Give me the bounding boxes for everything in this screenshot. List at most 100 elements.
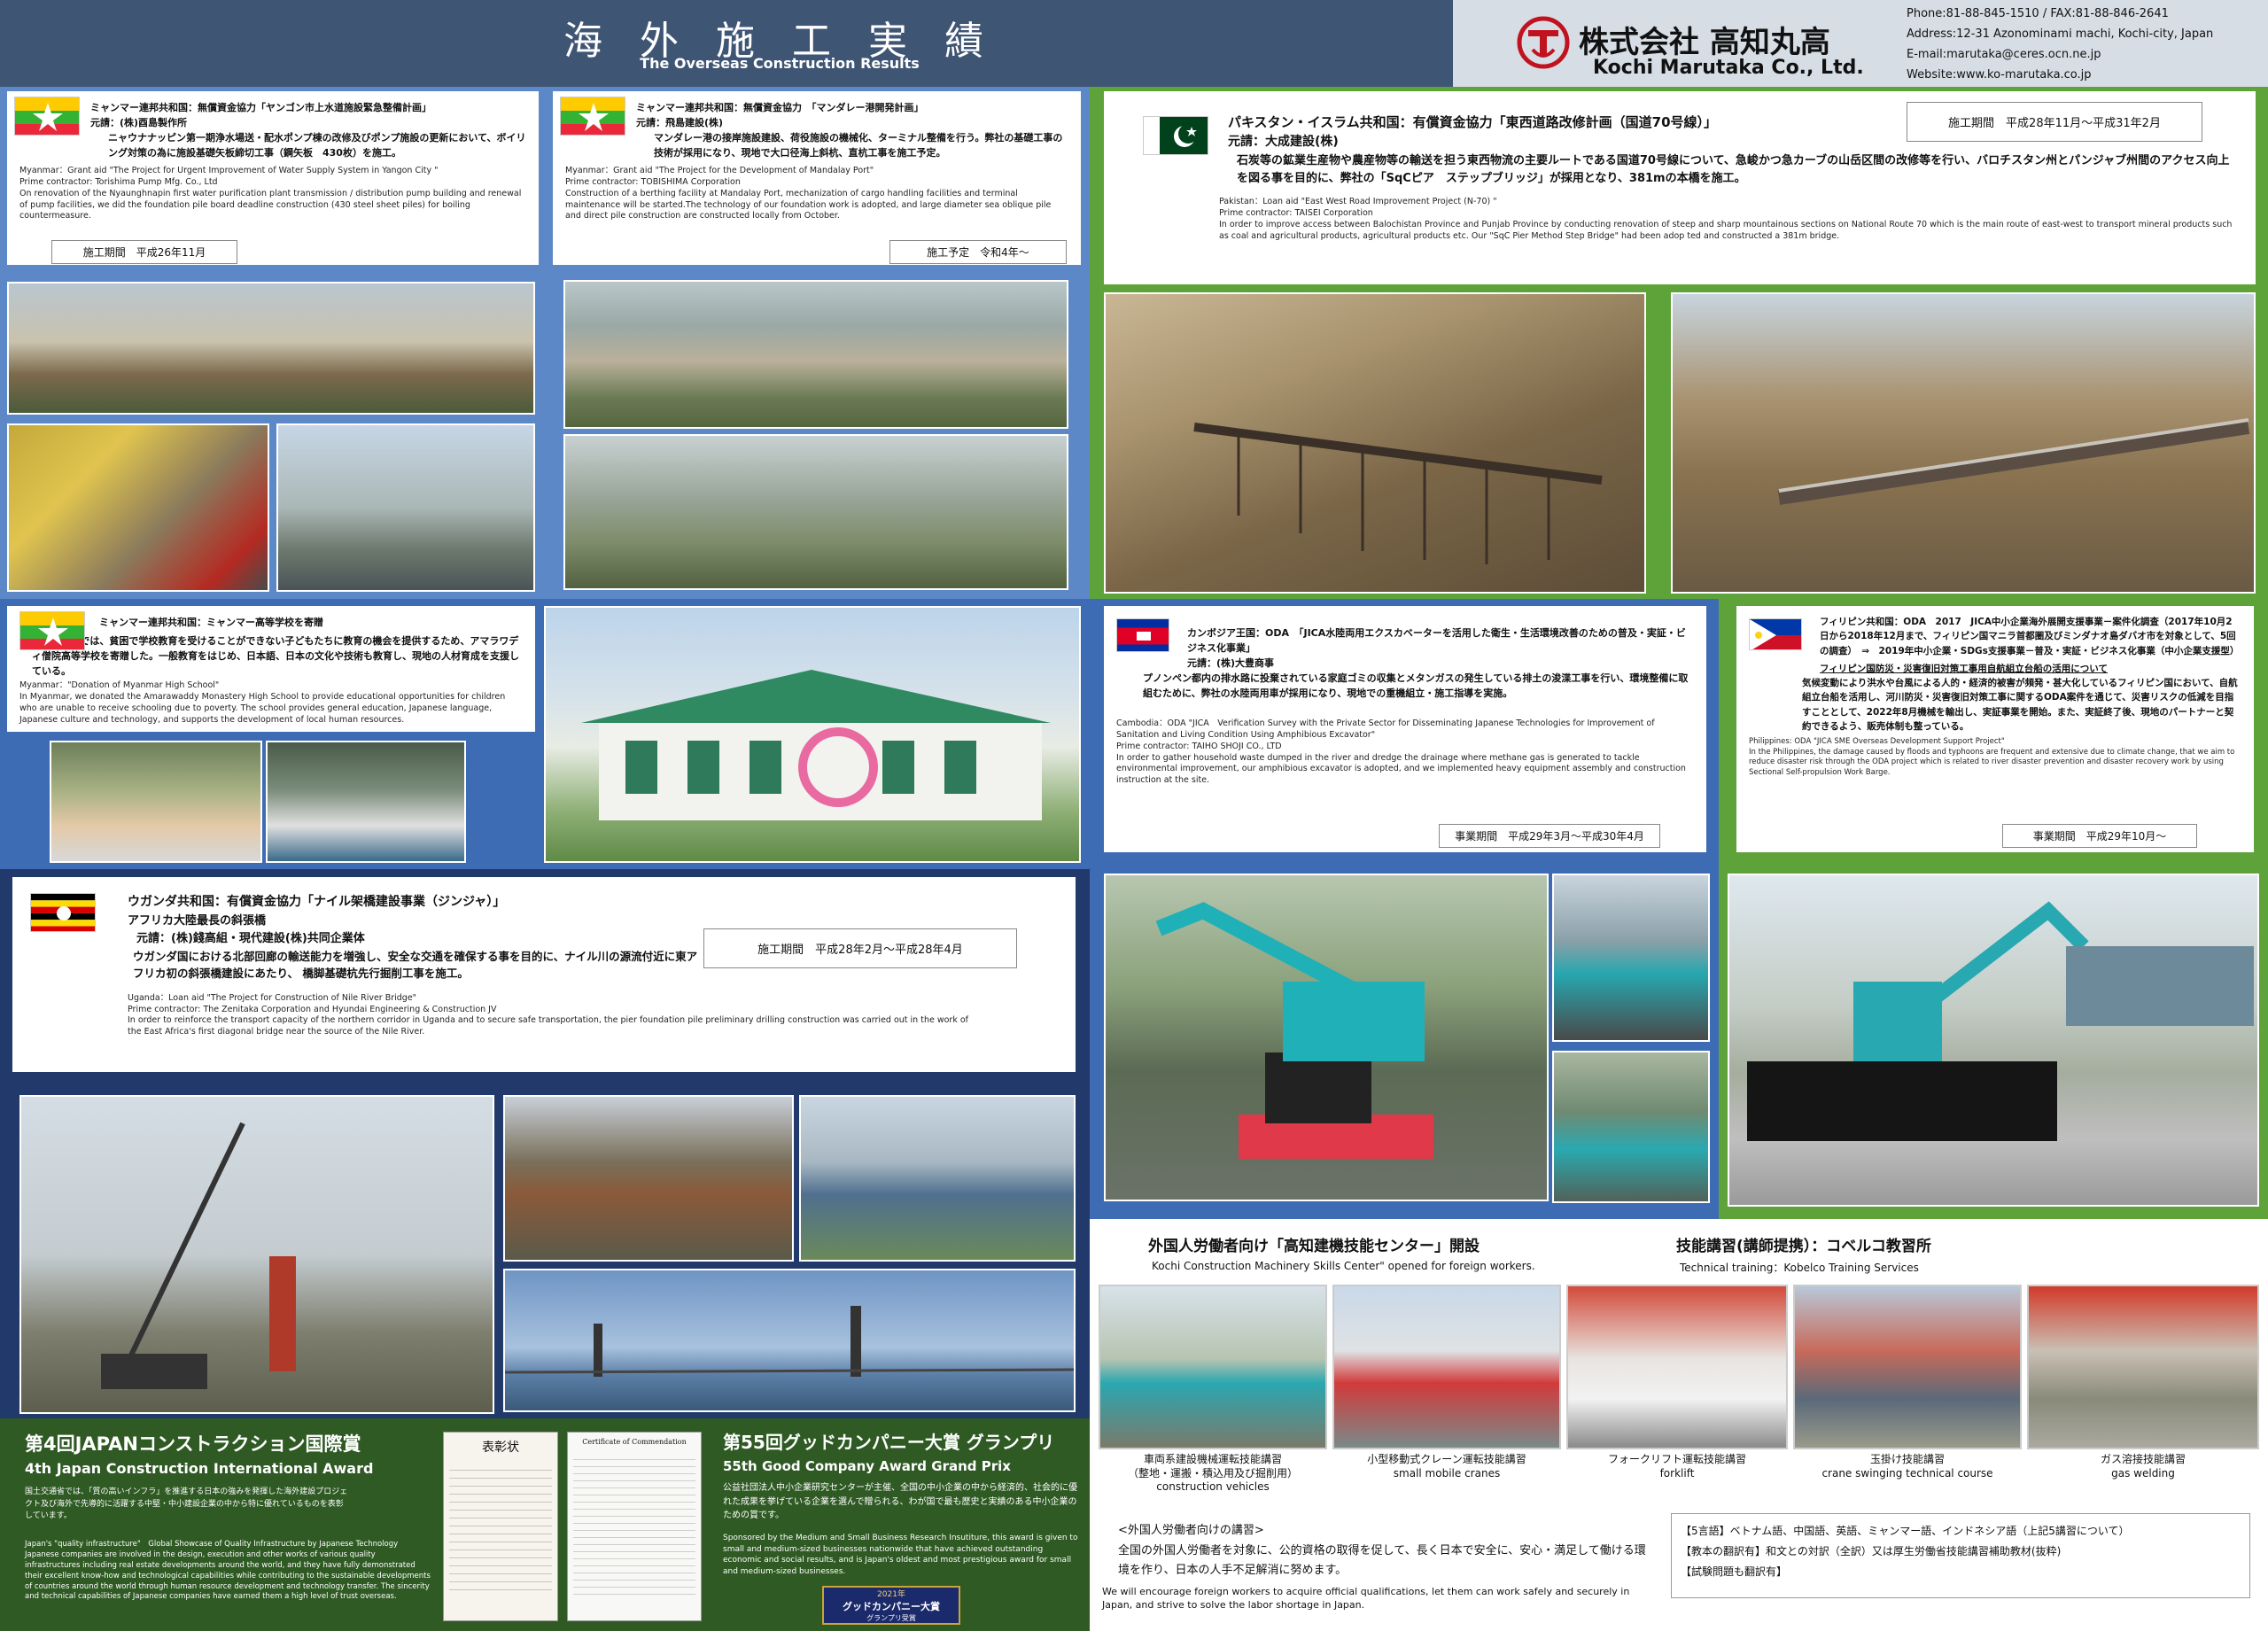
myanmar-flag-icon	[14, 97, 80, 136]
course-caption-2-en: small mobile cranes	[1393, 1466, 1501, 1480]
course-caption-2: 小型移動式クレーン運転技能講習 small mobile cranes	[1332, 1453, 1561, 1480]
language-box: 【5言語】ベトナム語、中国語、英語、ミャンマー語、インドネシア語（上記5講習につ…	[1671, 1513, 2250, 1598]
pakistan-en-body: In order to improve access between Baloc…	[1219, 219, 2233, 241]
contact-email[interactable]: E-mail:marutaka@ceres.ocn.ne.jp	[1907, 48, 2101, 61]
pakistan-en-grant: Pakistan：Loan aid "East West Road Improv…	[1219, 197, 1497, 207]
cambodia-en-body: In order to gather household waste dumpe…	[1116, 752, 1686, 786]
award1-body: 国土交通省では、「質の高いインフラ」を推進する日本の強みを発揮した海外建設プロジ…	[25, 1487, 348, 1520]
course-caption-5: ガス溶接技能講習 gas welding	[2027, 1453, 2259, 1480]
award1-title-jp: 第4回JAPANコンストラクション国際賞	[25, 1433, 361, 1455]
philippines-en-body: In the Philippines, the damage caused by…	[1749, 747, 2235, 777]
yangon-body: ニャウナナッピン第一期浄水場送・配水ポンプ棟の改修及びポンプ施設の更新において、…	[108, 132, 526, 159]
cambodia-en-grant: Cambodia：ODA "JICA Verification Survey w…	[1116, 718, 1655, 741]
school-photo-building	[544, 606, 1081, 863]
contact-address: Address:12-31 Azonominami machi, Kochi-c…	[1907, 27, 2214, 41]
yangon-photo-site	[7, 282, 535, 415]
award2-body: 公益社団法人中小企業研究センターが主催、全国の中小企業の中から経済的、社会的に優…	[723, 1483, 1077, 1520]
uganda-photo-river	[799, 1095, 1076, 1262]
mandalay-title: ミャンマー連邦共和国：無償資金協力 「マンダレー港開発計画」	[636, 102, 924, 113]
mandalay-en-contractor: Prime contractor: TOBISHIMA Corporation	[565, 177, 741, 187]
kobelco-title: 技能講習(講師提携）：コベルコ教習所	[1676, 1238, 1931, 1255]
certificate-jp-text	[449, 1463, 552, 1596]
philippines-title: フィリピン共和国：ODA 2017 JICA中小企業海外展開支援事業－案件化調査…	[1820, 617, 2240, 656]
philippines-panel: フィリピン共和国：ODA 2017 JICA中小企業海外展開支援事業－案件化調査…	[1736, 606, 2254, 852]
pakistan-photo-bridge-complete	[1671, 292, 2256, 594]
cambodia-title: カンボジア王国：ODA 「JICA水陸両用エクスカベーターを活用した衛生・生活環…	[1187, 627, 1686, 655]
contact-phone: Phone:81-88-845-1510 / FAX:81-88-846-264…	[1907, 7, 2169, 20]
philippines-photo-barge	[1728, 874, 2259, 1207]
cambodia-en-contractor: Prime contractor: TAIHO SHOJI CO., LTD	[1116, 741, 1282, 751]
school-photo-children-2	[266, 741, 466, 863]
course-caption-5-jp: ガス溶接技能講習	[2100, 1453, 2186, 1465]
course-photo-5	[2027, 1285, 2259, 1449]
pakistan-panel: パキスタン・イスラム共和国：有償資金協力「東西道路改修計画（国道70号線）」 元…	[1104, 91, 2256, 284]
course-caption-3: フォークリフト運転技能講習 forklift	[1566, 1453, 1788, 1480]
mandalay-en-grant: Myanmar：Grant aid "The Project for the D…	[565, 166, 874, 176]
mandalay-contractor: 元請：飛島建設(株)	[636, 117, 724, 129]
course-photo-2	[1332, 1285, 1561, 1449]
pakistan-flag-icon	[1143, 116, 1208, 155]
school-photo-children-1	[50, 741, 262, 863]
myanmar-flag-icon	[19, 611, 85, 650]
cambodia-period: 事業期間 平成29年3月～平成30年4月	[1439, 824, 1660, 848]
award1-en-body: Japan's "quality infrastructure" Global …	[25, 1540, 431, 1602]
philippines-flag-icon	[1749, 618, 1802, 650]
company-name-jp: 株式会社 高知丸高	[1579, 25, 1830, 60]
pakistan-body: 石炭等の鉱業生産物や農産物等の輸送を担う東西物流の主要ルートである国道70号線に…	[1237, 153, 2230, 186]
school-en-grant: Myanmar："Donation of Myanmar High School…	[19, 680, 220, 691]
training-note-title: <外国人労働者向けの講習>	[1118, 1524, 1264, 1537]
cambodia-photo-excavator	[1104, 874, 1549, 1201]
badge-sub: グランプリ受賞	[866, 1614, 916, 1622]
yangon-panel: ミャンマー連邦共和国：無償資金協力「ヤンゴン市上水道施設緊急整備計画」 元請：(…	[7, 91, 539, 265]
uganda-en-grant: Uganda：Loan aid "The Project for Constru…	[128, 992, 417, 1003]
course-caption-1-en: construction vehicles	[1156, 1480, 1270, 1494]
language-line-3: 【試験問題も翻訳有】	[1681, 1565, 1788, 1578]
certificate-jp-title: 表彰状	[482, 1441, 519, 1455]
certificate-en-title: Certificate of Commendation	[582, 1438, 687, 1446]
school-panel: ミャンマー連邦共和国：ミャンマー高等学校を寄贈 ミャンマーでは、貧困で学校教育を…	[7, 606, 535, 732]
contact-website[interactable]: Website:www.ko-marutaka.co.jp	[1907, 68, 2092, 82]
myanmar-flag-icon	[560, 97, 625, 136]
certificate-en: Certificate of Commendation	[567, 1432, 702, 1621]
philippines-subtitle: フィリピン国防災・災害復旧対策工事用自航組立台船の活用について	[1820, 663, 2108, 674]
course-caption-5-en: gas welding	[2111, 1466, 2175, 1480]
language-line-1: 【5言語】ベトナム語、中国語、英語、ミャンマー語、インドネシア語（上記5講習につ…	[1681, 1525, 2130, 1537]
uganda-body: ウガンダ国における北部回廊の輸送能力を増強し、安全な交通を確保する事を目的に、ナ…	[133, 949, 698, 981]
badge-year: 2021年	[877, 1590, 905, 1599]
cambodia-contractor: 元請：(株)大豊商事	[1187, 657, 1275, 670]
uganda-title: ウガンダ共和国：有償資金協力「ナイル架橋建設事業（ジンジャ）」	[128, 895, 506, 909]
cambodia-panel: カンボジア王国：ODA 「JICA水陸両用エクスカベーターを活用した衛生・生活環…	[1104, 606, 1706, 852]
philippines-body: 気候変動により洪水や台風による人的・経済的被害が頻発・甚大化しているフィリピン国…	[1802, 678, 2238, 732]
mandalay-photo-port-2	[563, 434, 1068, 590]
course-caption-3-en: forklift	[1659, 1466, 1695, 1480]
school-en-body: In Myanmar, we donated the Amarawaddy Mo…	[19, 692, 506, 725]
company-name-en: Kochi Marutaka Co., Ltd.	[1593, 57, 1864, 79]
training-center-en: Kochi Construction Machinery Skills Cent…	[1152, 1260, 1535, 1272]
course-caption-1-jp: 車両系建設機械運転技能講習 （整地・運搬・積込用及び掘削用）	[1127, 1453, 1298, 1480]
course-caption-2-jp: 小型移動式クレーン運転技能講習	[1367, 1453, 1526, 1465]
mandalay-photo-port-1	[563, 280, 1068, 429]
course-caption-3-jp: フォークリフト運転技能講習	[1607, 1453, 1746, 1465]
uganda-en-contractor: Prime contractor: The Zenitaka Corporati…	[128, 1004, 497, 1014]
cambodia-photo-assembly-1	[1552, 874, 1710, 1042]
pakistan-en-contractor: Prime contractor: TAISEI Corporation	[1219, 208, 1373, 219]
philippines-en-grant: Philippines: ODA "JICA SME Overseas Deve…	[1749, 737, 2005, 747]
mandalay-body: マンダレー港の接岸施設建設、荷役施設の機械化、ターミナル整備を行う。弊社の基礎工…	[654, 132, 1063, 159]
uganda-flag-icon	[30, 893, 96, 932]
uganda-en-body: In order to reinforce the transport capa…	[128, 1015, 968, 1037]
yangon-en-grant: Myanmar：Grant aid "The Project for Urgen…	[19, 166, 439, 176]
pakistan-period: 施工期間 平成28年11月～平成31年2月	[1907, 102, 2202, 142]
yangon-photo-piling	[276, 423, 535, 592]
course-photo-3	[1566, 1285, 1788, 1449]
certificate-jp: 表彰状	[443, 1432, 558, 1621]
award1-title-en: 4th Japan Construction International Awa…	[25, 1460, 374, 1477]
yangon-photo-crane	[7, 423, 269, 592]
course-caption-1: 車両系建設機械運転技能講習 （整地・運搬・積込用及び掘削用） construct…	[1099, 1453, 1327, 1495]
philippines-period: 事業期間 平成29年10月～	[2002, 824, 2197, 848]
uganda-subtitle: アフリカ大陸最長の斜張橋	[128, 913, 267, 928]
training-center-title: 外国人労働者向け「高知建機技能センター」開設	[1148, 1238, 1480, 1255]
badge-text: グッドカンパニー大賞	[843, 1601, 940, 1612]
school-title: ミャンマー連邦共和国：ミャンマー高等学校を寄贈	[99, 617, 323, 628]
mandalay-period: 施工予定 令和4年～	[889, 240, 1067, 264]
yangon-title: ミャンマー連邦共和国：無償資金協力「ヤンゴン市上水道施設緊急整備計画」	[90, 102, 431, 113]
